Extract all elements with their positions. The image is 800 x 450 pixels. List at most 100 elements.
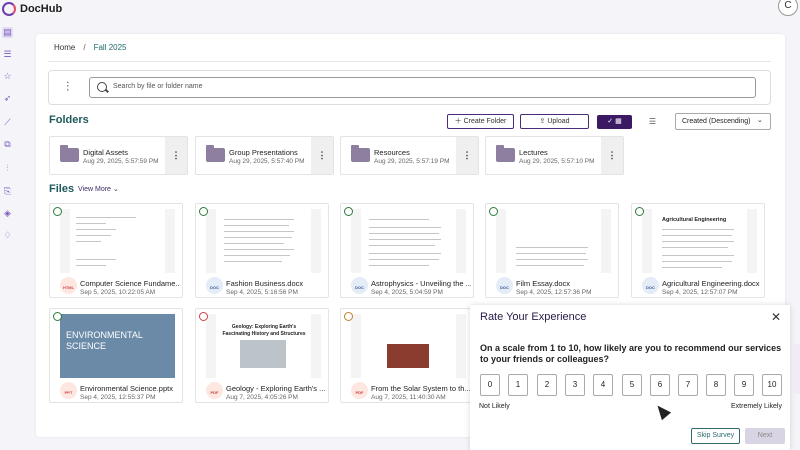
file-name: From the Solar System to th... xyxy=(371,384,471,393)
doc-file-icon: DOC xyxy=(496,277,513,294)
file-thumbnail xyxy=(206,209,321,273)
create-folder-label: Create Folder xyxy=(463,118,507,125)
plus-icon: ＋ xyxy=(454,118,464,125)
create-folder-button[interactable]: ＋ Create Folder xyxy=(447,114,514,129)
chevron-down-icon: ⌄ xyxy=(112,186,119,193)
sidebar-star-icon[interactable]: ☆ xyxy=(2,71,13,82)
next-button[interactable]: Next xyxy=(745,428,785,444)
sidebar-documents-icon[interactable]: ▤ xyxy=(2,27,13,38)
user-avatar[interactable]: C xyxy=(778,0,798,16)
file-date: Aug 7, 2025, 11:40:30 AM xyxy=(371,394,446,401)
rating-button-1[interactable]: 1 xyxy=(508,374,528,396)
file-name: Computer Science Fundame... xyxy=(80,279,180,288)
folder-card[interactable]: Lectures Aug 29, 2025, 5:57:10 PM ⋮ xyxy=(485,136,624,175)
file-thumbnail xyxy=(496,209,611,273)
status-badge-icon xyxy=(53,312,62,321)
sidebar-doc-edit-icon[interactable]: ⎘ xyxy=(2,186,13,197)
file-card[interactable]: HTML Computer Science Fundame... Sep 5, … xyxy=(49,203,183,298)
file-thumbnail: Geology: Exploring Earth's Fascinating H… xyxy=(206,314,321,378)
rating-button-6[interactable]: 6 xyxy=(650,374,670,396)
file-date: Sep 4, 2025, 12:57:07 PM xyxy=(662,289,738,296)
more-options-icon[interactable]: ⋮ xyxy=(601,137,623,174)
more-options-icon[interactable]: ⋮ xyxy=(311,137,333,174)
file-card[interactable]: DOC Astrophysics - Unveiling the ... Sep… xyxy=(340,203,474,298)
folders-heading: Folders xyxy=(49,114,89,126)
folder-card[interactable]: Digital Assets Aug 29, 2025, 5:57:59 PM … xyxy=(49,136,188,175)
check-icon: ✓ xyxy=(607,118,616,125)
file-thumbnail xyxy=(351,314,466,378)
file-card[interactable]: DOC Fashion Business.docx Sep 4, 2025, 5… xyxy=(195,203,329,298)
rating-button-4[interactable]: 4 xyxy=(593,374,613,396)
status-badge-icon xyxy=(53,207,62,216)
file-name: Fashion Business.docx xyxy=(226,279,304,288)
more-options-icon[interactable]: ⋮ xyxy=(165,137,187,174)
breadcrumb-separator: / xyxy=(83,43,86,52)
file-date: Sep 4, 2025, 5:16:56 PM xyxy=(226,289,298,296)
list-view-toggle[interactable]: ☰ xyxy=(640,115,665,129)
error-badge-icon xyxy=(199,312,208,321)
folder-name: Lectures xyxy=(519,148,548,157)
status-badge-icon xyxy=(344,207,353,216)
folder-icon xyxy=(351,145,370,162)
doc-file-icon: DOC xyxy=(642,277,659,294)
file-date: Sep 4, 2025, 5:04:59 PM xyxy=(371,289,443,296)
feedback-tab[interactable] xyxy=(792,344,800,394)
breadcrumb-home[interactable]: Home xyxy=(54,43,75,52)
scale-high-label: Extremely Likely xyxy=(731,403,782,410)
rating-button-10[interactable]: 10 xyxy=(762,374,782,396)
breadcrumb-current: Fall 2025 xyxy=(93,43,127,52)
rating-button-8[interactable]: 8 xyxy=(706,374,726,396)
folder-card[interactable]: Group Presentations Aug 29, 2025, 5:57:4… xyxy=(195,136,334,175)
folder-date: Aug 29, 2025, 5:57:19 PM xyxy=(374,158,450,165)
file-card[interactable]: Geology: Exploring Earth's Fascinating H… xyxy=(195,308,329,403)
pdf-file-icon: PDF xyxy=(351,382,368,399)
file-date: Aug 7, 2025, 4:05:26 PM xyxy=(226,394,298,401)
close-icon[interactable]: ✕ xyxy=(771,310,781,324)
sidebar-bell-icon[interactable]: ♢ xyxy=(2,230,13,241)
rating-button-9[interactable]: 9 xyxy=(734,374,754,396)
scale-low-label: Not Likely xyxy=(479,403,510,410)
view-more-link[interactable]: View More ⌄ xyxy=(78,185,119,193)
upload-button[interactable]: ⇪ Upload xyxy=(520,114,589,129)
survey-question: On a scale from 1 to 10, how likely are … xyxy=(480,343,782,364)
rating-button-3[interactable]: 3 xyxy=(565,374,585,396)
sidebar-sliders-icon[interactable]: ⫶ xyxy=(2,163,13,174)
html-file-icon: HTML xyxy=(60,277,77,294)
thumb-title: Geology: Exploring Earth's Fascinating H… xyxy=(222,324,306,337)
survey-title: Rate Your Experience xyxy=(480,311,587,323)
file-date: Sep 5, 2025, 10:22:05 AM xyxy=(80,289,156,296)
file-name: Geology - Exploring Earth's ... xyxy=(226,384,326,393)
skip-survey-button[interactable]: Skip Survey xyxy=(691,428,740,444)
thumb-title: Agricultural Engineering xyxy=(662,217,727,223)
sidebar-layers-icon[interactable]: ◈ xyxy=(2,208,13,219)
doc-file-icon: DOC xyxy=(351,277,368,294)
app-brand: DocHub xyxy=(20,3,63,15)
sidebar-chart-icon[interactable]: ⟋ xyxy=(2,117,13,128)
folder-icon xyxy=(496,145,515,162)
filter-sliders-icon[interactable]: ⫶ xyxy=(66,80,80,94)
file-card[interactable]: Agricultural Engineering DOC Agricultura… xyxy=(631,203,765,298)
app-logo-icon xyxy=(2,2,16,16)
search-placeholder: Search by file or folder name xyxy=(113,83,203,90)
sidebar-send-icon[interactable]: ➶ xyxy=(2,93,13,104)
file-card[interactable]: PDF From the Solar System to th... Aug 7… xyxy=(340,308,474,403)
file-card[interactable]: ENVIRONMENTAL SCIENCE PPT Environmental … xyxy=(49,308,183,403)
rating-button-2[interactable]: 2 xyxy=(537,374,557,396)
file-card[interactable]: DOC Film Essay.docx Sep 4, 2025, 12:57:3… xyxy=(485,203,619,298)
rating-button-0[interactable]: 0 xyxy=(480,374,500,396)
folder-name: Resources xyxy=(374,148,410,157)
folder-card[interactable]: Resources Aug 29, 2025, 5:57:19 PM ⋮ xyxy=(340,136,479,175)
grid-view-toggle[interactable]: ✓ ▦ xyxy=(597,115,632,129)
sidebar-checklist-icon[interactable]: ☰ xyxy=(2,49,13,60)
rating-button-5[interactable]: 5 xyxy=(622,374,642,396)
file-name: Astrophysics - Unveiling the ... xyxy=(371,279,471,288)
sidebar: ▤ ☰ ☆ ➶ ⟋ ⧉ ⫶ ⎘ ◈ ♢ xyxy=(0,18,16,450)
folder-name: Group Presentations xyxy=(229,148,298,157)
sidebar-files-icon[interactable]: ⧉ xyxy=(2,139,13,150)
more-options-icon[interactable]: ⋮ xyxy=(456,137,478,174)
files-heading: Files xyxy=(49,183,75,195)
search-icon xyxy=(97,82,107,92)
file-date: Sep 4, 2025, 12:57:36 PM xyxy=(516,289,592,296)
rating-button-7[interactable]: 7 xyxy=(678,374,698,396)
chevron-down-icon: ⌄ xyxy=(757,117,763,124)
